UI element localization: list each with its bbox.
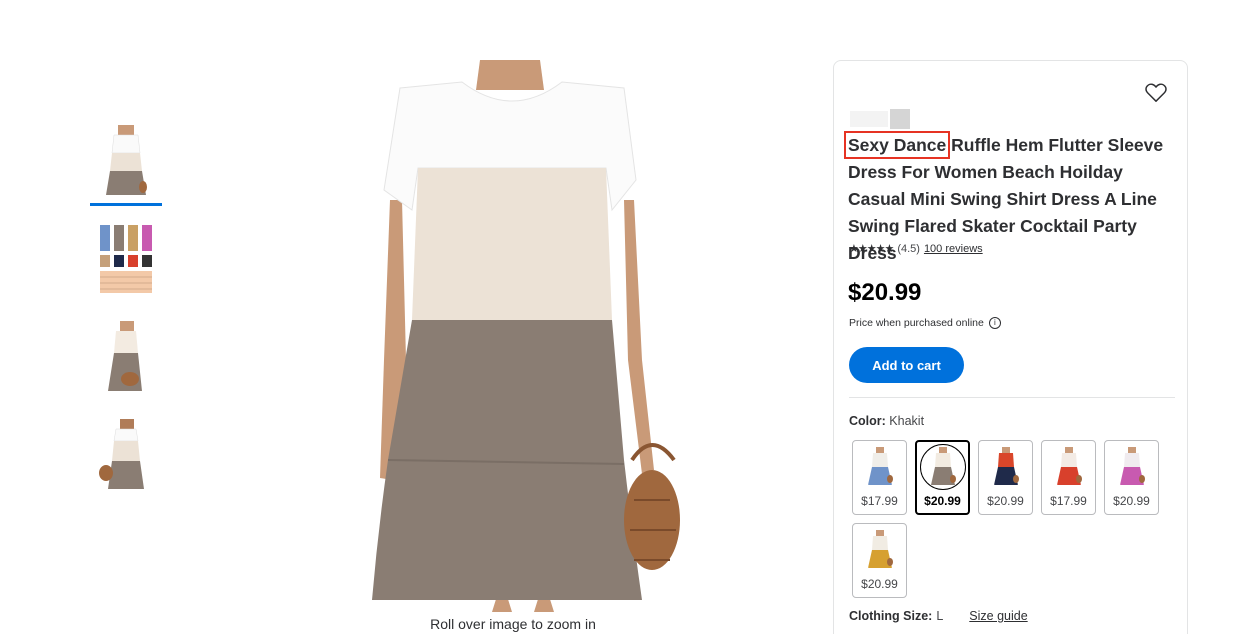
color-value: Khakit — [889, 414, 925, 428]
add-to-cart-button[interactable]: Add to cart — [849, 347, 964, 383]
swatch-price: $17.99 — [861, 494, 898, 508]
star-rating-icon: ★★★★★ — [849, 243, 894, 255]
rating-row: ★★★★★ (4.5) 100 reviews — [849, 242, 983, 256]
dress-swatch-icon — [994, 447, 1019, 485]
size-value: L — [936, 609, 944, 623]
dress-swatch-icon — [1057, 447, 1082, 485]
swatch-dress-image — [920, 444, 966, 490]
swatch-dress-image — [860, 445, 900, 489]
swatch-price: $17.99 — [1050, 494, 1087, 508]
color-chart-thumbnail — [100, 225, 152, 293]
color-label-key: Color: — [849, 414, 886, 428]
product-page: Roll over image to zoom in Sexy Dance Ru… — [0, 0, 1233, 634]
color-label: Color: Khakit — [849, 414, 924, 428]
swatch-price: $20.99 — [924, 494, 961, 508]
size-label: Clothing Size: — [849, 609, 933, 623]
product-price: $20.99 — [848, 279, 922, 306]
swatch-dress-image — [1049, 445, 1089, 489]
size-row: Clothing Size: L Size guide — [849, 609, 1028, 623]
color-swatch[interactable]: $17.99 — [1041, 440, 1096, 515]
color-swatch[interactable]: $20.99 — [915, 440, 970, 515]
price-note: Price when purchased online i — [849, 317, 1001, 329]
color-swatch[interactable]: $20.99 — [1104, 440, 1159, 515]
dress-side-thumbnail — [108, 321, 142, 391]
swatch-price: $20.99 — [1113, 494, 1150, 508]
reviews-link[interactable]: 100 reviews — [924, 243, 983, 255]
heart-icon — [1145, 83, 1167, 102]
thumbnail-dress-front[interactable] — [90, 118, 162, 206]
thumbnail-dress-side[interactable] — [90, 314, 162, 402]
dress-swatch-icon — [868, 530, 893, 568]
thumbnail-color-chart[interactable] — [90, 216, 162, 304]
swatch-price: $20.99 — [987, 494, 1024, 508]
color-swatch[interactable]: $17.99 — [852, 440, 907, 515]
product-info-panel: Sexy Dance Ruffle Hem Flutter Sleeve Dre… — [833, 60, 1188, 634]
dress-swatch-icon — [1120, 447, 1145, 485]
price-note-text: Price when purchased online — [849, 317, 984, 329]
color-swatch[interactable]: $20.99 — [978, 440, 1033, 515]
thumbnail-list — [90, 118, 162, 510]
dress-main-photo — [372, 60, 680, 612]
dress-swatch-icon — [868, 447, 893, 485]
swatch-dress-image — [860, 528, 900, 572]
favorite-button[interactable] — [1145, 83, 1169, 105]
color-swatch-list: $17.99 $20.99 $20.99 $17.99 $20.99 $20.99 — [852, 440, 1172, 598]
size-guide-link[interactable]: Size guide — [969, 609, 1027, 623]
title-highlight: Sexy Dance — [843, 131, 951, 159]
info-icon[interactable]: i — [988, 317, 1001, 329]
dress-back-thumbnail — [99, 419, 144, 489]
divider — [849, 397, 1175, 398]
dress-swatch-icon — [931, 447, 956, 485]
main-product-image[interactable] — [362, 60, 682, 612]
thumbnail-dress-back[interactable] — [90, 412, 162, 500]
swatch-dress-image — [1112, 445, 1152, 489]
color-swatch[interactable]: $20.99 — [852, 523, 907, 598]
swatch-price: $20.99 — [861, 577, 898, 591]
brand-logo-placeholder — [850, 109, 912, 129]
rating-value: (4.5) — [897, 242, 920, 255]
swatch-dress-image — [986, 445, 1026, 489]
zoom-hint: Roll over image to zoom in — [430, 616, 596, 632]
dress-front-thumbnail — [106, 125, 147, 195]
